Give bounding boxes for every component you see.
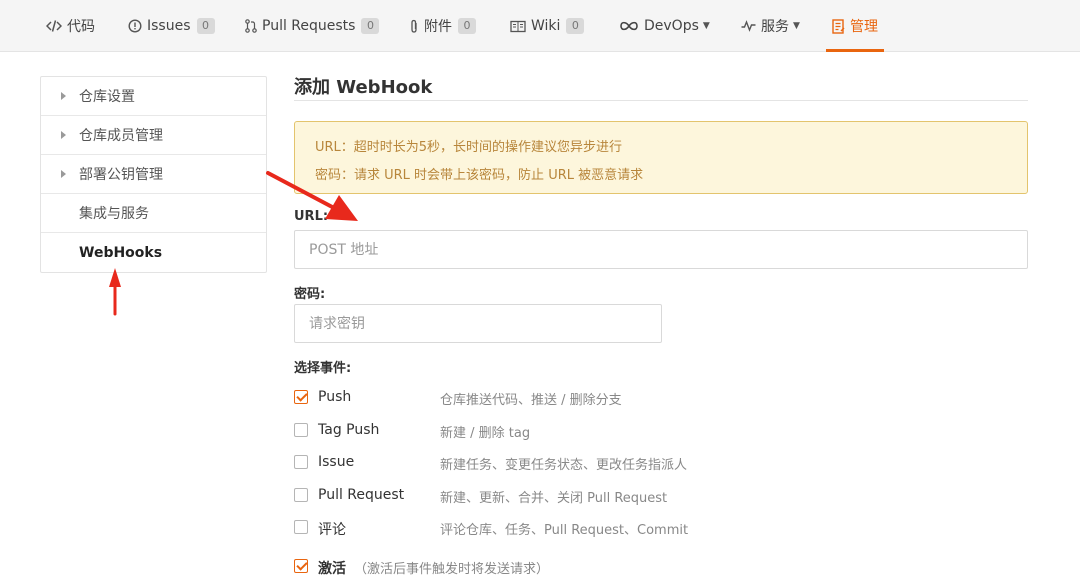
top-nav: 代码 Issues 0 Pull Requests 0 附件 0 Wiki 0 … <box>0 0 1080 52</box>
event-name: 评论 <box>318 522 346 538</box>
event-name: Pull Request <box>318 487 405 503</box>
tab-code[interactable]: 代码 <box>46 0 95 52</box>
event-description: 评论仓库、任务、Pull Request、Commit <box>440 523 689 538</box>
push-checkbox[interactable] <box>294 390 308 404</box>
password-label: 密码: <box>294 287 326 302</box>
tab-label: 附件 <box>424 19 452 35</box>
tab-label: Pull Requests <box>262 18 356 34</box>
paperclip-icon <box>409 19 419 34</box>
count-badge: 0 <box>361 18 380 34</box>
pull-request-checkbox[interactable] <box>294 488 308 502</box>
caret-right-icon <box>61 131 66 139</box>
sidebar-item-label: 仓库设置 <box>79 89 135 105</box>
notice-box: URL：超时时长为5秒，长时间的操作建议您异步进行 密码：请求 URL 时会带上… <box>294 121 1028 194</box>
sidebar-item-label: 集成与服务 <box>79 206 149 222</box>
tab-services[interactable]: 服务 ▼ <box>741 0 800 52</box>
sidebar-item-members[interactable]: 仓库成员管理 <box>41 116 266 155</box>
tab-wiki[interactable]: Wiki 0 <box>510 0 585 52</box>
arrow-to-webhooks-icon <box>109 268 121 316</box>
chevron-down-icon: ▼ <box>702 21 710 31</box>
book-icon <box>510 20 526 33</box>
tab-pull-requests[interactable]: Pull Requests 0 <box>245 0 380 52</box>
count-badge: 0 <box>196 18 215 34</box>
count-badge: 0 <box>458 18 476 34</box>
caret-right-icon <box>61 170 66 178</box>
activate-checkbox[interactable] <box>294 559 308 573</box>
events-label: 选择事件: <box>294 361 352 376</box>
activate-note: （激活后事件触发时将发送请求） <box>354 562 550 577</box>
url-input[interactable] <box>294 230 1028 269</box>
event-description: 新建 / 删除 tag <box>440 426 531 441</box>
tab-label: DevOps <box>644 18 699 34</box>
issue-icon <box>128 19 142 33</box>
event-description: 新建任务、变更任务状态、更改任务指派人 <box>440 458 688 473</box>
pulse-icon <box>741 20 756 32</box>
sidebar-item-label: WebHooks <box>79 244 163 261</box>
tab-manage[interactable]: 管理 <box>826 0 884 52</box>
event-name: Tag Push <box>318 422 380 438</box>
sidebar-item-repo-settings[interactable]: 仓库设置 <box>41 77 266 116</box>
event-name: Issue <box>318 454 355 470</box>
comment-checkbox[interactable] <box>294 520 308 534</box>
pull-request-icon <box>245 19 257 33</box>
sidebar-item-webhooks[interactable]: WebHooks <box>41 233 266 272</box>
tab-label: 管理 <box>850 19 878 35</box>
sidebar-item-label: 仓库成员管理 <box>79 128 163 144</box>
event-description: 仓库推送代码、推送 / 删除分支 <box>440 393 622 408</box>
tab-label: 服务 <box>761 19 789 35</box>
notice-line-url: URL：超时时长为5秒，长时间的操作建议您异步进行 <box>315 140 623 155</box>
activate-label: 激活 <box>318 561 346 577</box>
tab-devops[interactable]: DevOps ▼ <box>619 0 710 52</box>
count-badge: 0 <box>566 18 585 34</box>
manage-icon <box>832 18 845 34</box>
sidebar-item-integrations[interactable]: 集成与服务 <box>41 194 266 233</box>
chevron-down-icon: ▼ <box>793 21 800 31</box>
tab-label: Wiki <box>531 18 561 34</box>
tab-issues[interactable]: Issues 0 <box>128 0 215 52</box>
event-description: 新建、更新、合并、关闭 Pull Request <box>440 491 668 506</box>
sidebar-item-label: 部署公钥管理 <box>79 167 163 183</box>
password-input[interactable] <box>294 304 662 343</box>
issue-checkbox[interactable] <box>294 455 308 469</box>
code-icon <box>46 19 62 33</box>
page-title: 添加 WebHook <box>294 77 433 98</box>
tab-label: 代码 <box>67 19 95 35</box>
tag-push-checkbox[interactable] <box>294 423 308 437</box>
tab-label: Issues <box>147 18 191 34</box>
settings-sidebar: 仓库设置 仓库成员管理 部署公钥管理 集成与服务 WebHooks <box>40 76 267 273</box>
event-name: Push <box>318 389 352 405</box>
url-label: URL: <box>294 209 329 224</box>
sidebar-item-deploy-keys[interactable]: 部署公钥管理 <box>41 155 266 194</box>
caret-right-icon <box>61 92 66 100</box>
infinity-icon <box>619 20 639 32</box>
divider <box>294 100 1028 101</box>
notice-line-password: 密码：请求 URL 时会带上该密码，防止 URL 被恶意请求 <box>315 168 644 183</box>
tab-attachments[interactable]: 附件 0 <box>409 0 476 52</box>
